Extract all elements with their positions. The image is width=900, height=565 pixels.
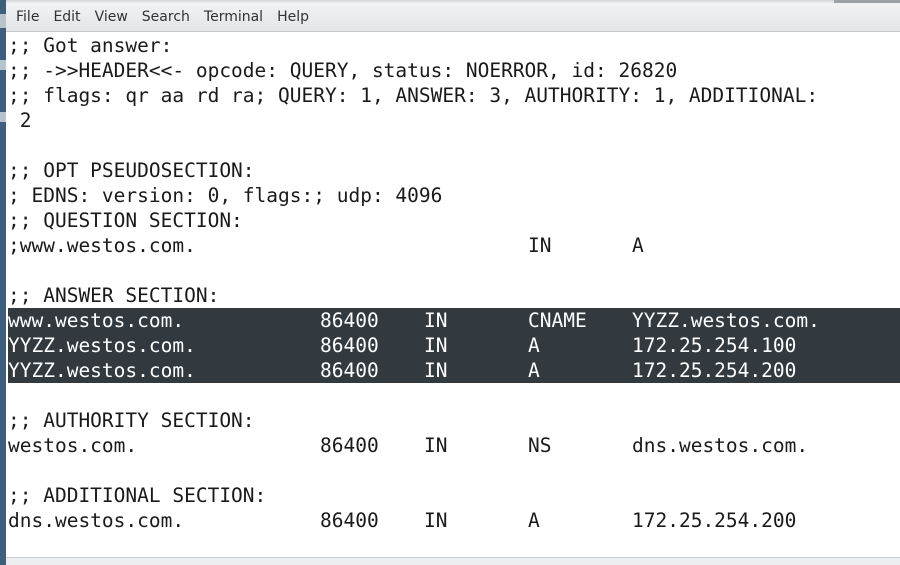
record-class: IN bbox=[528, 234, 552, 257]
answer-section-heading: ;; ANSWER SECTION: bbox=[8, 284, 220, 307]
authority-section-heading: ;; AUTHORITY SECTION: bbox=[8, 409, 255, 432]
menu-search[interactable]: Search bbox=[135, 6, 197, 28]
menu-file[interactable]: File bbox=[9, 6, 46, 28]
record-class: IN bbox=[424, 434, 448, 457]
terminal-line-edns: ; EDNS: version: 0, flags:; udp: 4096 bbox=[8, 184, 443, 207]
record-name: YYZZ.westos.com. bbox=[8, 334, 196, 357]
record-name: westos.com. bbox=[8, 434, 138, 457]
record-type: A bbox=[528, 509, 540, 532]
record-data: YYZZ.westos.com. bbox=[632, 309, 820, 332]
additional-record: dns.westos.com. 86400 IN A 172.25.254.20… bbox=[8, 508, 900, 533]
record-data: 172.25.254.200 bbox=[632, 359, 797, 382]
record-class: IN bbox=[424, 334, 448, 357]
record-data: dns.westos.com. bbox=[632, 434, 809, 457]
record-type: NS bbox=[528, 434, 552, 457]
question-record: ;www.westos.com. IN A bbox=[8, 233, 900, 258]
record-ttl: 86400 bbox=[320, 359, 379, 382]
answer-record-selected: YYZZ.westos.com. 86400 IN A 172.25.254.2… bbox=[8, 358, 900, 383]
window-bottom-border bbox=[6, 557, 900, 565]
terminal-line-got-answer: ;; Got answer: bbox=[8, 34, 173, 57]
record-ttl: 86400 bbox=[320, 434, 379, 457]
menu-edit[interactable]: Edit bbox=[46, 6, 87, 28]
record-type: A bbox=[632, 234, 644, 257]
record-name: YYZZ.westos.com. bbox=[8, 359, 196, 382]
menubar: File Edit View Search Terminal Help bbox=[6, 3, 900, 32]
terminal-output[interactable]: ;; Got answer: ;; ->>HEADER<<- opcode: Q… bbox=[6, 33, 900, 557]
terminal-line-question-heading: ;; QUESTION SECTION: bbox=[8, 209, 243, 232]
terminal-line-flags-wrap: 2 bbox=[8, 109, 32, 132]
record-type: A bbox=[528, 359, 540, 382]
terminal-line-flags: ;; flags: qr aa rd ra; QUERY: 1, ANSWER:… bbox=[8, 84, 819, 107]
additional-section-heading: ;; ADDITIONAL SECTION: bbox=[8, 484, 267, 507]
record-type: CNAME bbox=[528, 309, 587, 332]
authority-record: westos.com. 86400 IN NS dns.westos.com. bbox=[8, 433, 900, 458]
answer-record-selected: YYZZ.westos.com. 86400 IN A 172.25.254.1… bbox=[8, 333, 900, 358]
menu-view[interactable]: View bbox=[88, 6, 135, 28]
record-ttl: 86400 bbox=[320, 334, 379, 357]
record-class: IN bbox=[424, 359, 448, 382]
record-ttl: 86400 bbox=[320, 509, 379, 532]
record-class: IN bbox=[424, 509, 448, 532]
menu-help[interactable]: Help bbox=[270, 6, 316, 28]
record-data: 172.25.254.100 bbox=[632, 334, 797, 357]
terminal-line-opt-heading: ;; OPT PSEUDOSECTION: bbox=[8, 159, 255, 182]
record-name: www.westos.com. bbox=[8, 309, 185, 332]
record-type: A bbox=[528, 334, 540, 357]
menu-terminal[interactable]: Terminal bbox=[197, 6, 270, 28]
record-data: 172.25.254.200 bbox=[632, 509, 797, 532]
answer-record-selected: www.westos.com. 86400 IN CNAME YYZZ.west… bbox=[8, 308, 900, 333]
record-name: ;www.westos.com. bbox=[8, 234, 196, 257]
terminal-line-header: ;; ->>HEADER<<- opcode: QUERY, status: N… bbox=[8, 59, 678, 82]
record-class: IN bbox=[424, 309, 448, 332]
terminal-window: File Edit View Search Terminal Help ;; G… bbox=[6, 0, 900, 565]
record-name: dns.westos.com. bbox=[8, 509, 185, 532]
record-ttl: 86400 bbox=[320, 309, 379, 332]
